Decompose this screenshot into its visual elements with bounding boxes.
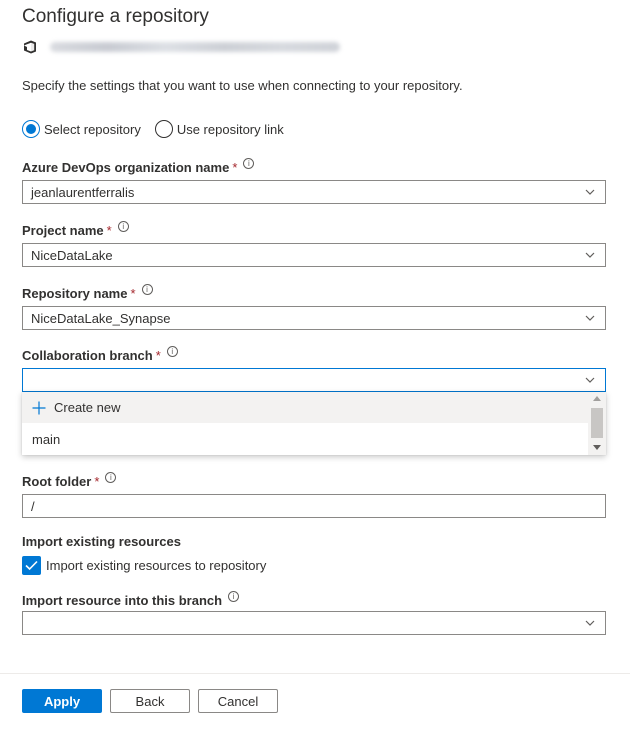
footer-divider <box>0 673 630 674</box>
radio-unchecked-indicator[interactable] <box>154 120 173 138</box>
info-icon[interactable]: i <box>228 591 240 602</box>
collaboration-branch-label: Collaboration branch * i <box>22 346 178 363</box>
info-icon[interactable]: i <box>243 158 255 169</box>
project-name-dropdown[interactable]: NiceDataLake <box>22 243 606 267</box>
repository-name-label: Repository name * i <box>22 284 153 301</box>
scrollbar-thumb[interactable] <box>591 408 603 438</box>
import-existing-resources-heading: Import existing resources <box>22 534 181 549</box>
label-text: Azure DevOps organization name <box>22 160 230 175</box>
scroll-up-arrow[interactable] <box>593 396 601 401</box>
radio-checked-indicator[interactable] <box>22 120 40 138</box>
redacted-repository-id <box>50 42 340 52</box>
required-asterisk: * <box>94 474 100 489</box>
chevron-down-icon <box>585 620 595 626</box>
import-branch-dropdown[interactable] <box>22 611 606 635</box>
apply-button[interactable]: Apply <box>22 689 102 713</box>
required-asterisk: * <box>106 223 112 238</box>
info-icon[interactable]: i <box>166 346 178 357</box>
import-branch-label: Import resource into this branch i <box>22 591 240 608</box>
create-new-branch-option[interactable]: Create new <box>22 392 588 423</box>
label-text: Import resource into this branch <box>22 593 223 608</box>
scroll-down-arrow[interactable] <box>593 445 601 450</box>
checkbox-checked[interactable] <box>22 556 41 575</box>
dropdown-value: NiceDataLake <box>31 247 113 263</box>
repository-name-dropdown[interactable]: NiceDataLake_Synapse <box>22 306 606 330</box>
dropdown-value: NiceDataLake_Synapse <box>31 310 171 326</box>
organization-name-label: Azure DevOps organization name * i <box>22 158 255 175</box>
plus-icon <box>32 401 46 414</box>
azure-devops-repo-icon <box>24 40 36 54</box>
create-new-label: Create new <box>54 400 121 415</box>
chevron-down-icon <box>585 377 595 383</box>
collaboration-branch-dropdown[interactable] <box>22 368 606 392</box>
collaboration-branch-menu: Create new main <box>22 392 606 455</box>
chevron-down-icon <box>585 252 595 258</box>
root-folder-input[interactable]: / <box>22 494 606 518</box>
radio-label: Use repository link <box>176 121 284 137</box>
repository-identity <box>22 38 340 56</box>
cancel-button[interactable]: Cancel <box>198 689 278 713</box>
info-icon[interactable]: i <box>141 284 153 295</box>
page-title: Configure a repository <box>22 6 209 27</box>
label-text: Root folder <box>22 474 92 489</box>
required-asterisk: * <box>130 286 136 301</box>
info-icon[interactable]: i <box>117 221 129 232</box>
project-name-label: Project name * i <box>22 221 129 238</box>
panel-description: Specify the settings that you want to us… <box>22 78 463 93</box>
chevron-down-icon <box>585 315 595 321</box>
back-button[interactable]: Back <box>110 689 190 713</box>
label-text: Repository name <box>22 286 128 301</box>
repository-source-radio-group: Select repository Use repository link <box>22 120 298 138</box>
select-repository-radio[interactable]: Select repository <box>22 120 141 138</box>
info-icon[interactable]: i <box>105 472 117 483</box>
menu-scrollbar[interactable] <box>588 392 606 455</box>
radio-label: Select repository <box>44 121 141 137</box>
required-asterisk: * <box>232 160 238 175</box>
chevron-down-icon <box>585 189 595 195</box>
organization-name-dropdown[interactable]: jeanlaurentferralis <box>22 180 606 204</box>
dropdown-value: jeanlaurentferralis <box>31 184 135 200</box>
root-folder-label: Root folder * i <box>22 472 117 489</box>
required-asterisk: * <box>155 348 161 363</box>
label-text: Collaboration branch <box>22 348 153 363</box>
branch-option-main[interactable]: main <box>22 424 588 455</box>
checkbox-label: Import existing resources to repository <box>46 558 267 573</box>
label-text: Project name <box>22 223 104 238</box>
checkmark-icon <box>25 560 38 571</box>
use-repository-link-radio[interactable]: Use repository link <box>154 120 284 138</box>
import-existing-resources-checkbox[interactable]: Import existing resources to repository <box>22 556 266 575</box>
